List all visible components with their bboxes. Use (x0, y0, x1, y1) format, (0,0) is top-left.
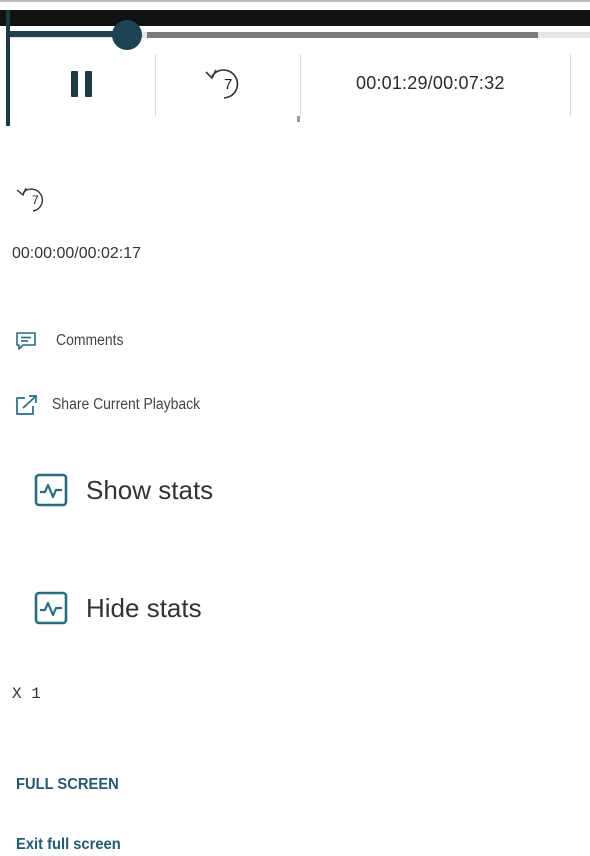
playback-speed[interactable]: X 1 (12, 685, 41, 703)
comments-label: Comments (56, 332, 124, 349)
share-icon (16, 395, 37, 415)
time-display: 00:01:29/00:07:32 (356, 73, 505, 93)
hide-stats-button[interactable]: Hide stats (34, 591, 202, 625)
pause-button[interactable] (58, 58, 108, 108)
comment-icon (16, 332, 36, 350)
control-bar: 7 00:01:29/00:07:32 (10, 48, 590, 118)
stats-icon (34, 591, 68, 625)
divider (300, 54, 301, 116)
seek-played (10, 31, 127, 37)
svg-text:7: 7 (224, 76, 232, 93)
top-border (0, 0, 590, 2)
show-stats-button[interactable]: Show stats (34, 473, 213, 507)
time-display-secondary: 00:00:00/00:02:17 (12, 245, 142, 262)
seek-buffered (147, 32, 538, 38)
rewind-7-icon: 7 (205, 69, 239, 99)
exit-full-screen-link[interactable]: Exit full screen (16, 836, 121, 854)
hide-stats-label: Hide stats (86, 592, 202, 623)
divider (155, 54, 156, 116)
resize-mark (297, 116, 300, 122)
stats-icon (34, 473, 68, 507)
full-screen-link[interactable]: FULL SCREEN (16, 776, 119, 794)
seek-thumb[interactable] (112, 20, 142, 50)
share-playback-link[interactable]: Share Current Playback (14, 393, 217, 417)
pause-icon-bar (85, 71, 92, 97)
show-stats-label: Show stats (86, 474, 214, 505)
pause-icon (71, 71, 78, 97)
rewind-button[interactable]: 7 (202, 62, 248, 102)
rewind-button-secondary[interactable]: 7 (14, 182, 52, 214)
share-label: Share Current Playback (52, 396, 201, 413)
rewind-7-icon: 7 (16, 187, 44, 212)
comments-link[interactable]: Comments (14, 330, 131, 352)
video-area-strip (0, 10, 590, 26)
divider (570, 54, 571, 116)
svg-text:7: 7 (32, 193, 39, 207)
video-player-controls: 7 00:01:29/00:07:32 (0, 0, 590, 126)
